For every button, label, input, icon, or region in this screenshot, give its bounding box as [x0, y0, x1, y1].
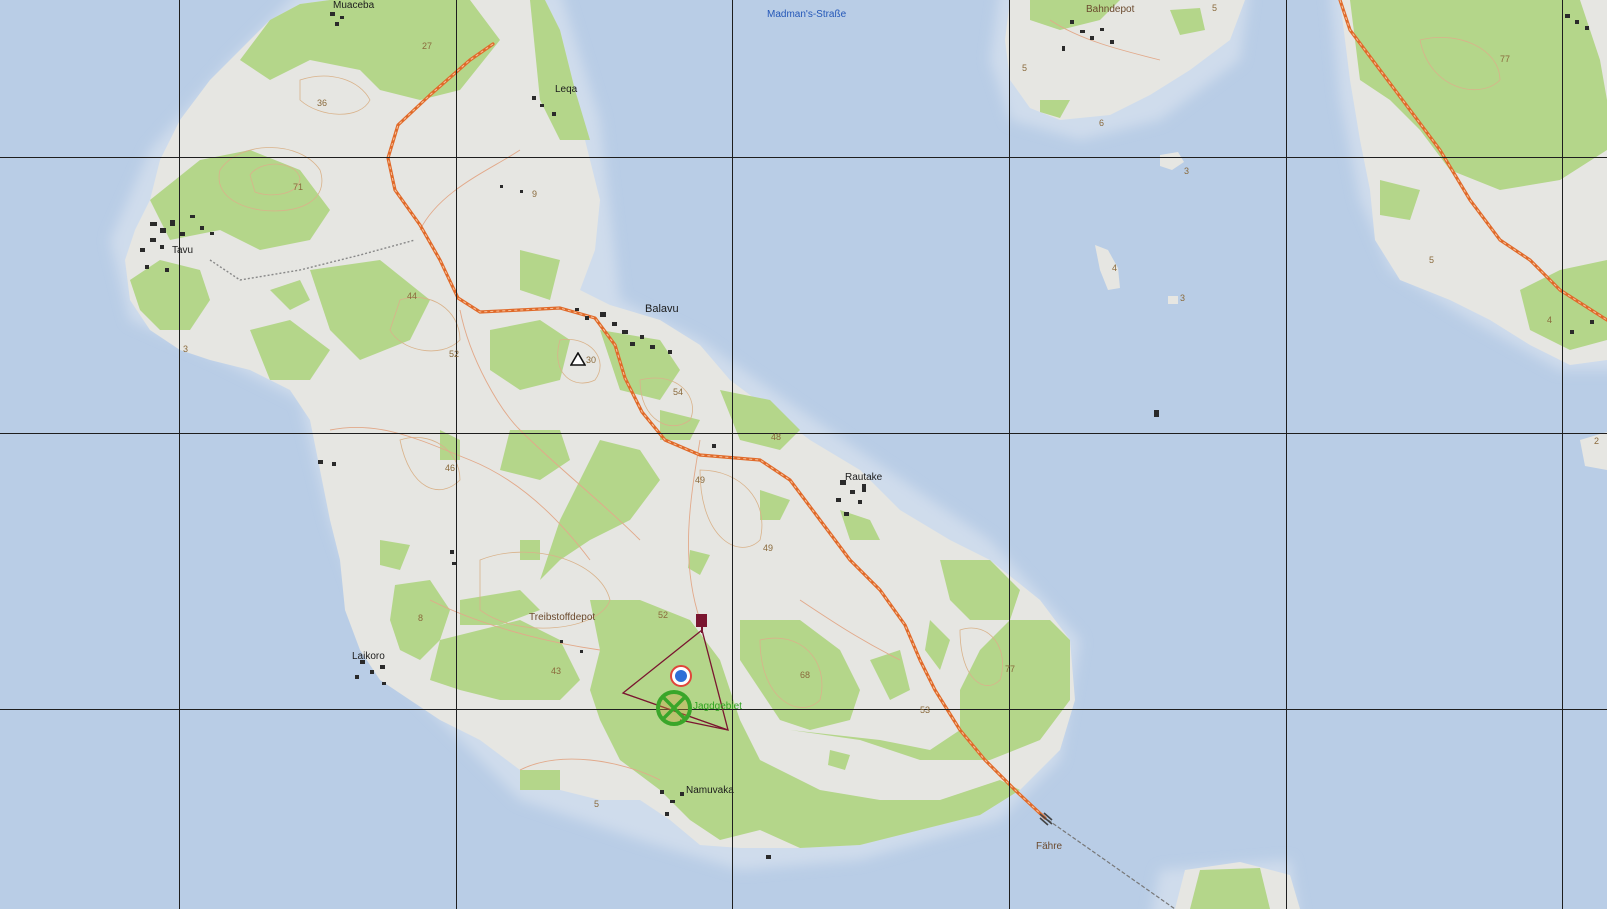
elevation-label: 3 — [1180, 293, 1186, 303]
elevation-label: 49 — [695, 475, 706, 485]
elevation-label: 49 — [763, 543, 774, 553]
elevation-label: 52 — [658, 610, 669, 620]
elevation-label: 68 — [800, 670, 811, 680]
elevation-label: 48 — [771, 432, 782, 442]
elevation-label: 5 — [1429, 255, 1435, 265]
town-label-namuvaka[interactable]: Namuvaka — [686, 786, 734, 796]
poi-label-fahre[interactable]: Fähre — [1036, 842, 1062, 852]
elevation-label: 8 — [418, 613, 424, 623]
town-label-leqa[interactable]: Leqa — [555, 85, 577, 95]
map-view[interactable]: Muaceba Leqa Tavu Balavu Rautake Laikoro… — [0, 0, 1607, 909]
elevation-label: 4 — [1547, 315, 1553, 325]
elevation-label: 71 — [293, 182, 304, 192]
hunt-zone-label[interactable]: Jagdgebiet — [693, 702, 742, 712]
mountain-peak-icon — [570, 352, 586, 366]
elevation-label: 5 — [594, 799, 600, 809]
elevation-label: 52 — [449, 349, 460, 359]
elevation-label: 3 — [1184, 166, 1190, 176]
elevation-label: 53 — [920, 705, 931, 715]
town-label-tavu[interactable]: Tavu — [172, 246, 193, 256]
ferry-dock-icon — [1038, 812, 1054, 826]
elevation-label: 30 — [586, 355, 597, 365]
elevation-label: 43 — [551, 666, 562, 676]
elevation-label: 77 — [1500, 54, 1511, 64]
elevation-label: 2 — [1594, 436, 1600, 446]
elevation-label: 4 — [1112, 263, 1118, 273]
elevation-label: 77 — [1005, 664, 1016, 674]
elevation-label: 54 — [673, 387, 684, 397]
islet-c — [1168, 296, 1178, 304]
elevation-label: 5 — [1022, 63, 1028, 73]
town-label-rautake[interactable]: Rautake — [845, 473, 882, 483]
elevation-label: 44 — [407, 291, 418, 301]
elevation-label: 3 — [183, 344, 189, 354]
town-label-balavu[interactable]: Balavu — [645, 304, 679, 315]
town-label-laikoro[interactable]: Laikoro — [352, 652, 385, 662]
location-flag-icon[interactable] — [694, 612, 710, 634]
blue-target-icon[interactable] — [669, 664, 693, 688]
elevation-label: 27 — [422, 41, 433, 51]
elevation-label: 46 — [445, 463, 456, 473]
elevation-label: 6 — [1099, 118, 1105, 128]
terrain-layer — [0, 0, 1607, 909]
hunting-zone-icon[interactable] — [654, 688, 694, 728]
elevation-label: 9 — [532, 189, 538, 199]
elevation-label: 36 — [317, 98, 328, 108]
poi-label-treibstoffdepot[interactable]: Treibstoffdepot — [529, 613, 595, 623]
town-label-muaceba[interactable]: Muaceba — [333, 1, 374, 11]
poi-label-bahndepot[interactable]: Bahndepot — [1086, 5, 1134, 15]
elevation-label: 5 — [1212, 3, 1218, 13]
street-label: Madman's-Straße — [767, 9, 847, 20]
